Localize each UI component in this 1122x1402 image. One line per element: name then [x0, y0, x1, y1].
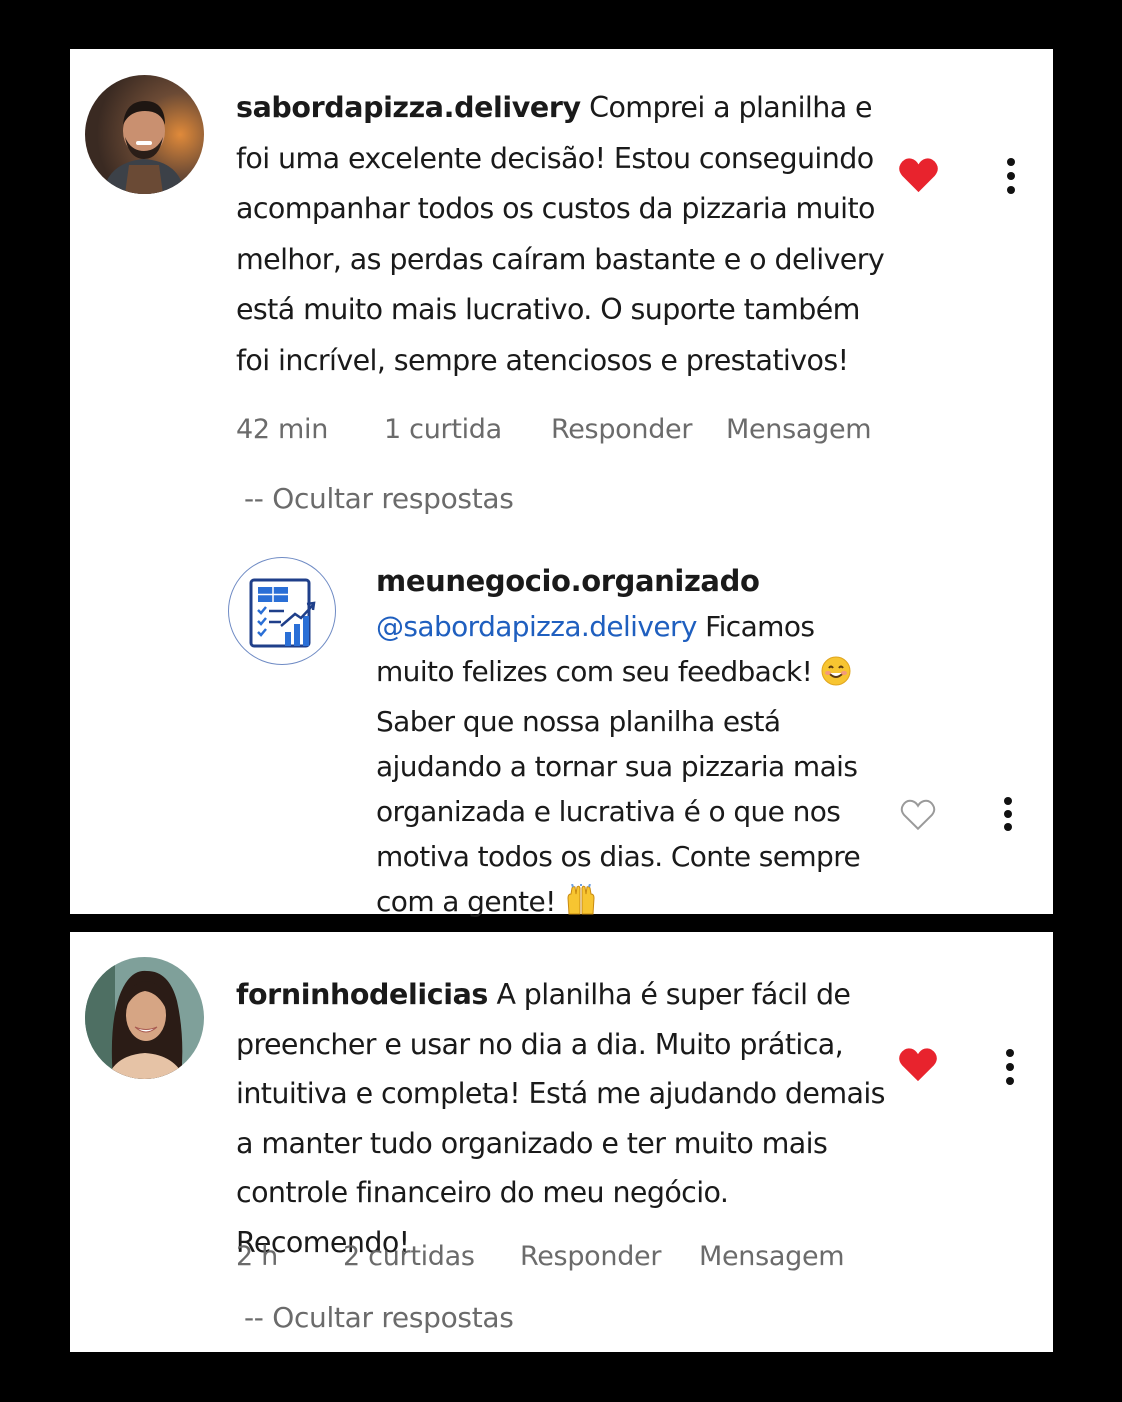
avatar[interactable] [85, 957, 204, 1079]
reply-username[interactable]: meunegocio.organizado [376, 559, 876, 604]
hide-replies-button[interactable]: -- Ocultar respostas [244, 1301, 514, 1334]
comment-body: forninhodelicias A planilha é super fáci… [236, 970, 886, 1267]
comment-time: 2 h [236, 1241, 278, 1272]
comment-body: sabordapizza.delivery Comprei a planilha… [236, 83, 886, 386]
reply-body: meunegocio.organizado @sabordapizza.deli… [376, 559, 876, 929]
reply-more-options-icon[interactable] [1001, 796, 1015, 836]
more-options-icon[interactable] [1004, 157, 1018, 199]
reply-text-part2: Saber que nossa planilha está ajudando a… [376, 705, 861, 918]
hide-replies-button[interactable]: -- Ocultar respostas [244, 482, 514, 515]
like-count-link[interactable]: 1 curtida [384, 414, 502, 445]
avatar[interactable] [85, 75, 204, 194]
message-button[interactable]: Mensagem [726, 414, 872, 445]
reply-button[interactable]: Responder [520, 1241, 661, 1272]
like-heart-icon[interactable] [898, 1046, 938, 1087]
comment-time: 42 min [236, 414, 329, 445]
comment-card: forninhodelicias A planilha é super fáci… [70, 932, 1053, 1352]
mention-link[interactable]: @sabordapizza.delivery [376, 610, 697, 643]
comment-username[interactable]: forninhodelicias [236, 978, 488, 1011]
brand-avatar[interactable] [228, 557, 336, 665]
like-heart-outline-icon[interactable] [900, 798, 936, 835]
message-button[interactable]: Mensagem [699, 1241, 845, 1272]
comment-text: Comprei a planilha e foi uma excelente d… [236, 91, 885, 377]
reply-button[interactable]: Responder [551, 414, 692, 445]
comment-username[interactable]: sabordapizza.delivery [236, 91, 581, 124]
comment-text: A planilha é super fácil de preencher e … [236, 978, 886, 1259]
more-options-icon[interactable] [1003, 1048, 1017, 1090]
like-heart-icon[interactable] [898, 156, 939, 198]
comment-card: sabordapizza.delivery Comprei a planilha… [70, 49, 1053, 918]
raising-hands-emoji-icon [564, 883, 598, 929]
like-count-link[interactable]: 2 curtidas [343, 1241, 475, 1272]
smiling-face-emoji-icon [821, 654, 851, 699]
